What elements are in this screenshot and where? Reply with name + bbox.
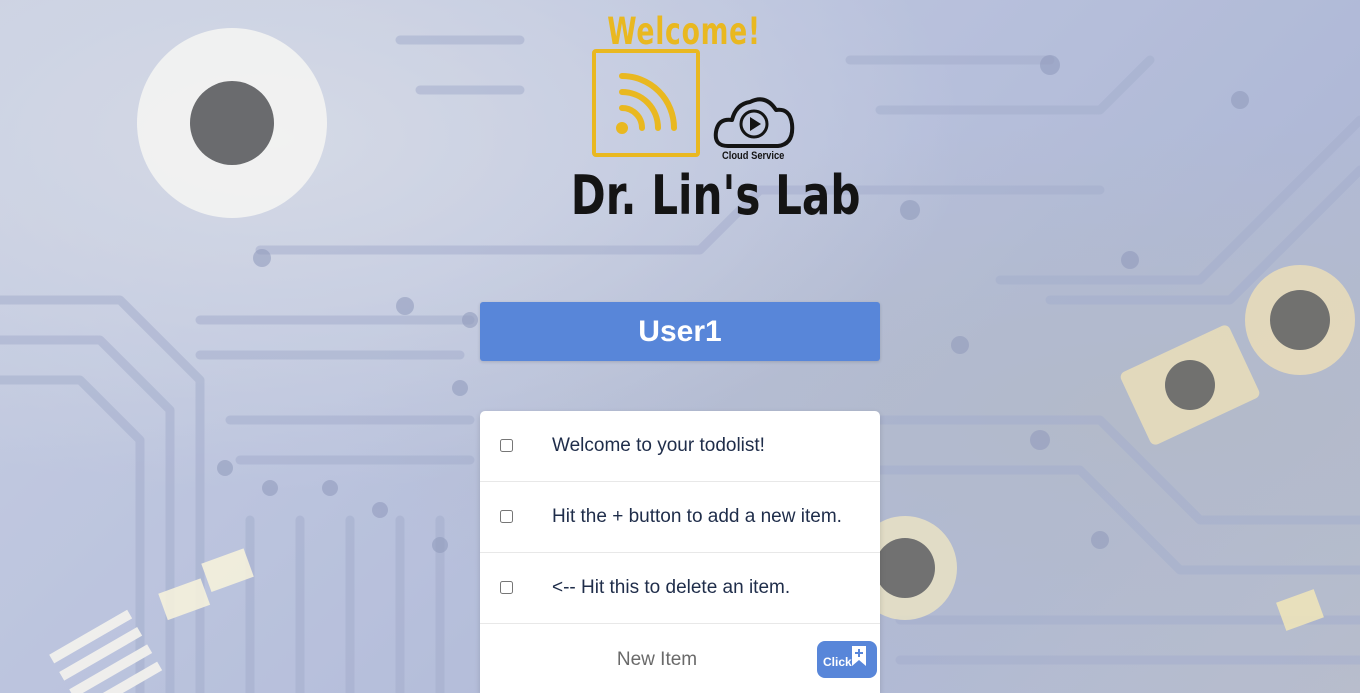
lab-logo: Welcome! Cloud Service Dr. Lin's Lab xyxy=(540,4,861,227)
wifi-signal-icon xyxy=(592,49,700,157)
add-item-button[interactable]: Click xyxy=(817,641,877,678)
todo-item-text: Hit the + button to add a new item. xyxy=(552,506,842,527)
todo-item: Welcome to your todolist! xyxy=(480,411,880,482)
list-title-header: User1 xyxy=(480,302,880,361)
todo-checkbox[interactable] xyxy=(500,581,513,594)
welcome-heading: Welcome! xyxy=(607,10,761,53)
bookmark-plus-icon xyxy=(852,646,866,666)
list-title: User1 xyxy=(638,314,722,348)
add-item-button-label: Click xyxy=(823,655,852,669)
todo-checkbox[interactable] xyxy=(500,510,513,523)
new-item-input[interactable] xyxy=(490,636,824,684)
lab-name: Dr. Lin's Lab xyxy=(570,164,861,227)
todo-item-text: <-- Hit this to delete an item. xyxy=(552,577,791,598)
todo-item: <-- Hit this to delete an item. xyxy=(480,553,880,624)
todo-item: Hit the + button to add a new item. xyxy=(480,482,880,553)
new-item-row: Click xyxy=(480,624,880,693)
todo-list: Welcome to your todolist! Hit the + butt… xyxy=(480,411,880,693)
todo-item-text: Welcome to your todolist! xyxy=(552,435,765,456)
cloud-play-icon xyxy=(713,97,795,148)
cloud-service-caption: Cloud Service xyxy=(722,150,785,162)
todo-checkbox[interactable] xyxy=(500,439,513,452)
